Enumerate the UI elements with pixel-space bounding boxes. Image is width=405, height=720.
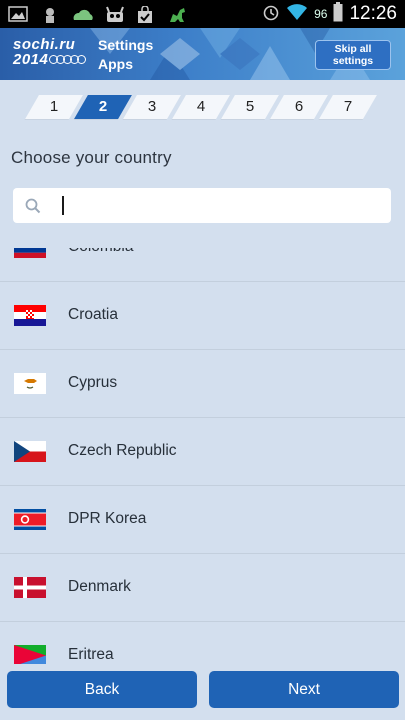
country-name: DPR Korea	[68, 510, 147, 527]
app-header: sochi.ru 2014 Settings Apps Skip all set…	[0, 28, 405, 80]
dino-icon	[168, 6, 188, 22]
bottom-navigation: Back Next	[0, 664, 405, 720]
country-row-denmark[interactable]: Denmark	[0, 554, 405, 622]
next-button[interactable]: Next	[209, 671, 399, 708]
android-robot-icon	[104, 6, 124, 22]
back-button[interactable]: Back	[7, 671, 197, 708]
croatia-flag-icon	[14, 305, 46, 326]
battery-percent: 96	[314, 7, 328, 21]
text-cursor	[62, 196, 64, 215]
search-input[interactable]	[47, 192, 381, 220]
status-time: 12:26	[349, 3, 397, 24]
colombia-flag-icon	[14, 248, 46, 258]
country-name: Colombia	[68, 248, 133, 256]
skip-all-settings-button[interactable]: Skip all settings	[315, 40, 391, 70]
header-title: Settings	[98, 37, 154, 53]
country-row-czech-republic[interactable]: Czech Republic	[0, 418, 405, 486]
page-title: Choose your country	[11, 148, 172, 167]
country-row-dpr-korea[interactable]: DPR Korea	[0, 486, 405, 554]
screen: 96 12:26 sochi.ru 2014 Settings Apps Ski…	[0, 0, 405, 720]
olympic-rings-icon	[49, 55, 87, 64]
header-subtitle: Apps	[98, 56, 133, 72]
country-name: Croatia	[68, 306, 118, 323]
search-icon	[25, 198, 41, 214]
country-search-box[interactable]	[13, 188, 391, 223]
header-titles: Settings Apps	[98, 36, 153, 74]
sochi-logo: sochi.ru 2014	[13, 36, 87, 68]
wifi-icon	[286, 3, 308, 26]
country-list[interactable]: Colombia Croatia Cyp	[0, 248, 405, 664]
step-5[interactable]: 5	[221, 95, 279, 119]
country-row-cyprus[interactable]: Cyprus	[0, 350, 405, 418]
cyprus-flag-icon	[14, 373, 46, 394]
image-icon	[8, 6, 28, 22]
step-2[interactable]: 2	[74, 95, 132, 119]
battery-icon	[333, 1, 343, 27]
country-row-croatia[interactable]: Croatia	[0, 282, 405, 350]
step-3[interactable]: 3	[123, 95, 181, 119]
step-6[interactable]: 6	[270, 95, 328, 119]
country-row-colombia[interactable]: Colombia	[0, 248, 405, 282]
shopping-bag-icon	[136, 5, 156, 23]
wizard-panel: 1 2 3 4 5 6 7 Choose your country	[0, 80, 405, 248]
country-name: Cyprus	[68, 374, 118, 391]
skip-label-line1: Skip all	[334, 43, 372, 55]
cloud-icon	[72, 6, 93, 22]
usb-debug-icon	[40, 6, 60, 23]
country-row-eritrea[interactable]: Eritrea	[0, 622, 405, 664]
step-7[interactable]: 7	[319, 95, 377, 119]
dprk-flag-icon	[14, 509, 46, 530]
status-bar: 96 12:26	[0, 0, 405, 28]
denmark-flag-icon	[14, 577, 46, 598]
country-name: Czech Republic	[68, 442, 177, 459]
alarm-icon	[262, 3, 280, 26]
logo-line2: 2014	[13, 51, 49, 68]
country-name: Eritrea	[68, 646, 114, 663]
country-name: Denmark	[68, 578, 131, 595]
eritrea-flag-icon	[14, 645, 46, 664]
step-1[interactable]: 1	[25, 95, 83, 119]
czech-flag-icon	[14, 441, 46, 462]
logo-line1: sochi.ru	[13, 36, 76, 53]
skip-label-line2: settings	[332, 55, 374, 67]
step-4[interactable]: 4	[172, 95, 230, 119]
